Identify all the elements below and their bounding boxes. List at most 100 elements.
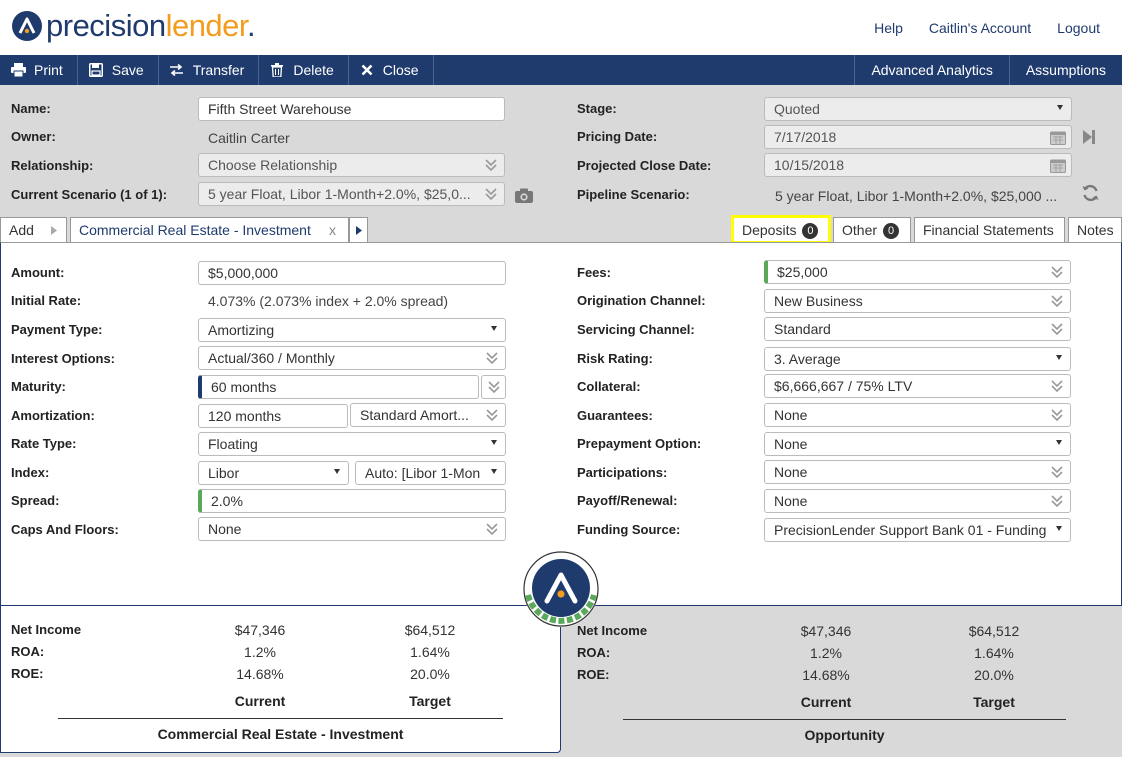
help-link[interactable]: Help [874,20,903,36]
prepayment-option-value: None [774,436,808,452]
guarantees-select[interactable]: None [764,403,1071,427]
caret-down-icon [1056,355,1062,360]
close-x-icon [359,62,375,78]
precisionlender-badge-icon[interactable] [523,551,599,627]
origination-channel-select[interactable]: New Business [764,289,1071,313]
refresh-icon[interactable] [1081,184,1100,202]
risk-rating-value: 3. Average [774,351,841,367]
loan-current-header: Current [234,693,286,709]
toolbar: Print Save Transfer Delete Close Advance… [0,55,1122,85]
pipeline-scenario-value: 5 year Float, Libor 1-Month+2.0%, $25,00… [775,188,1058,204]
caps-floors-select[interactable]: None [198,517,506,541]
assumptions-button[interactable]: Assumptions [1008,55,1122,85]
account-link[interactable]: Caitlin's Account [929,20,1031,36]
owner-value: Caitlin Carter [208,130,290,146]
interest-options-select[interactable]: Actual/360 / Monthly [198,346,506,370]
amount-input[interactable]: $5,000,000 [198,261,506,285]
tab-notes[interactable]: Notes [1068,217,1122,242]
index-select[interactable]: Libor [198,461,349,485]
maturity-input[interactable]: 60 months [198,375,479,399]
double-chevron-icon [488,381,500,394]
rate-type-select[interactable]: Floating [198,432,506,456]
opp-roe-label: ROE: [577,667,610,682]
funding-source-select[interactable]: PrecisionLender Support Bank 01 - Fundin… [764,518,1071,542]
loan-summary-title: Commercial Real Estate - Investment [157,726,404,742]
opp-target-roe: 20.0% [974,667,1014,683]
amortization-input[interactable]: 120 months [198,404,348,428]
prepayment-option-select[interactable]: None [764,432,1071,456]
spread-input[interactable]: 2.0% [198,489,506,513]
tab-other[interactable]: Other 0 [833,217,911,242]
tab-commercial-real-estate[interactable]: Commercial Real Estate - Investment x [70,217,349,242]
print-button[interactable]: Print [0,55,78,85]
tab-deposits[interactable]: Deposits 0 [731,215,831,244]
close-label: Close [382,62,419,78]
loan-roe-label: ROE: [11,666,44,681]
tab-add[interactable]: Add [0,217,67,242]
save-button[interactable]: Save [78,55,159,85]
deposits-count-badge: 0 [802,223,819,239]
pipeline-scenario-label: Pipeline Scenario: [577,187,690,202]
index-label: Index: [11,465,50,480]
skip-forward-icon[interactable] [1082,129,1096,145]
amount-label: Amount: [11,265,65,280]
participations-value: None [774,464,808,480]
maturity-options-button[interactable] [481,375,506,399]
opp-current-header: Current [800,694,852,710]
initial-rate-label: Initial Rate: [11,293,82,308]
transfer-button[interactable]: Transfer [159,55,260,85]
triangle-right-icon [51,226,57,235]
payment-type-select[interactable]: Amortizing [198,318,506,342]
loan-target-roa: 1.64% [410,644,450,660]
double-chevron-icon [1051,266,1063,279]
stage-select[interactable]: Quoted [764,97,1072,121]
maturity-label: Maturity: [11,379,66,394]
interest-options-value: Actual/360 / Monthly [208,350,335,366]
loan-current-roe: 14.68% [236,666,284,682]
loan-current-net-income: $47,346 [234,622,286,638]
loan-target-net-income: $64,512 [404,622,456,638]
participations-select[interactable]: None [764,460,1071,484]
print-label: Print [34,62,63,78]
calendar-icon[interactable] [1050,158,1066,173]
risk-rating-select[interactable]: 3. Average [764,347,1071,371]
payoff-renewal-value: None [774,493,808,509]
precisionlender-logo[interactable]: precisionlender. [12,8,256,44]
caret-down-icon [491,469,497,474]
amortization-type-select[interactable]: Standard Amort... [350,403,506,427]
collateral-select[interactable]: $6,666,667 / 75% LTV [764,374,1071,398]
caret-down-icon [491,326,497,331]
advanced-analytics-button[interactable]: Advanced Analytics [854,55,1008,85]
relationship-select[interactable]: Choose Relationship [198,153,505,177]
initial-rate-value: 4.073% (2.073% index + 2.0% spread) [208,293,449,309]
double-chevron-icon [486,352,498,365]
fees-select[interactable]: $25,000 [764,260,1071,284]
opp-current-net-income: $47,346 [800,623,852,639]
pricing-date-input[interactable]: 7/17/2018 [764,125,1072,149]
double-chevron-icon [1051,495,1063,508]
close-button[interactable]: Close [349,55,434,85]
double-chevron-icon [485,188,497,201]
camera-icon[interactable] [514,188,534,204]
tab-other-label: Other [842,222,878,238]
double-chevron-icon [486,523,498,536]
transfer-arrows-icon [169,62,185,78]
servicing-channel-select[interactable]: Standard [764,317,1071,341]
tab-scroll-right[interactable] [349,217,368,242]
index-auto-select[interactable]: Auto: [Libor 1-Mon [355,461,506,485]
name-label: Name: [11,101,51,116]
tab-financial-statements[interactable]: Financial Statements [914,217,1065,242]
tab-close-icon[interactable]: x [329,222,336,238]
calendar-icon[interactable] [1050,130,1066,145]
toolbar-right: Advanced Analytics Assumptions [854,55,1122,85]
payment-type-value: Amortizing [208,322,275,338]
opp-summary-title: Opportunity [804,727,885,743]
current-scenario-select[interactable]: 5 year Float, Libor 1-Month+2.0%, $25,0.… [198,182,505,206]
delete-button[interactable]: Delete [259,55,349,85]
close-date-input[interactable]: 10/15/2018 [764,153,1072,177]
payoff-renewal-select[interactable]: None [764,489,1071,513]
name-input[interactable]: Fifth Street Warehouse [198,97,505,121]
logout-link[interactable]: Logout [1057,20,1100,36]
save-label: Save [111,62,144,78]
opp-target-roa: 1.64% [974,645,1014,661]
